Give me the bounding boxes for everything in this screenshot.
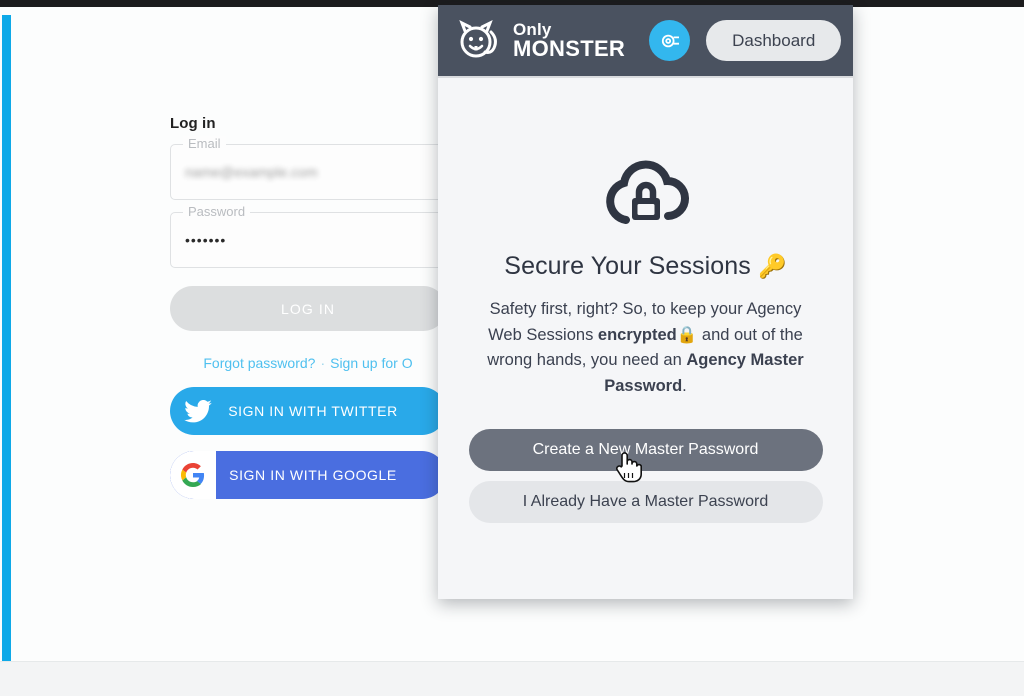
left-accent-stripe <box>2 15 11 667</box>
login-form: Log in Email name@example.com Password •… <box>170 115 446 499</box>
log-in-button[interactable]: LOG IN <box>170 286 446 331</box>
already-have-master-password-button[interactable]: I Already Have a Master Password <box>468 481 823 524</box>
brand-logotype: Only MONSTER <box>513 20 626 61</box>
page-footer-area <box>0 661 1024 696</box>
email-field[interactable]: Email name@example.com <box>170 136 446 200</box>
sign-in-with-google-button[interactable]: SIGN IN WITH GOOGLE <box>170 451 446 499</box>
screen: Log in Email name@example.com Password •… <box>0 0 1024 696</box>
password-field[interactable]: Password ••••••• <box>170 204 446 268</box>
panel-header: Only MONSTER Dashboard <box>438 5 853 78</box>
login-heading: Log in <box>170 115 216 132</box>
camera-eye-icon[interactable] <box>649 20 691 61</box>
lock-emoji-icon: 🔒 <box>676 325 698 344</box>
panel-description: Safety first, right? So, to keep your Ag… <box>476 297 816 399</box>
pointing-hand-cursor <box>614 450 642 483</box>
panel-body: Secure Your Sessions 🔑 Safety first, rig… <box>438 78 853 524</box>
key-emoji-icon: 🔑 <box>757 253 787 279</box>
forgot-password-link[interactable]: Forgot password? <box>203 355 315 371</box>
password-field-label: Password <box>183 204 251 219</box>
twitter-icon <box>184 387 212 435</box>
email-field-value: name@example.com <box>185 164 318 180</box>
sign-up-link[interactable]: Sign up for O <box>330 355 413 371</box>
password-field-value: ••••••• <box>185 232 227 248</box>
panel-title-text: Secure Your Sessions <box>504 252 751 280</box>
login-links: Forgot password? · Sign up for O <box>170 355 446 371</box>
email-field-label: Email <box>183 136 226 151</box>
extension-panel: Only MONSTER Dashboard Secure Your Sessi… <box>438 5 853 599</box>
link-separator: · <box>320 355 326 371</box>
create-new-master-password-button[interactable]: Create a New Master Password <box>468 429 823 472</box>
brand-line-2: MONSTER <box>513 35 626 61</box>
google-icon <box>170 451 216 499</box>
description-part-3: . <box>682 376 687 395</box>
description-bold-encrypted: encrypted <box>597 325 677 344</box>
monster-face-icon <box>457 18 504 64</box>
sign-in-with-twitter-button[interactable]: SIGN IN WITH TWITTER <box>170 387 446 435</box>
cloud-lock-icon <box>598 156 694 230</box>
panel-title: Secure Your Sessions 🔑 <box>468 252 823 281</box>
dashboard-button[interactable]: Dashboard <box>706 20 842 61</box>
